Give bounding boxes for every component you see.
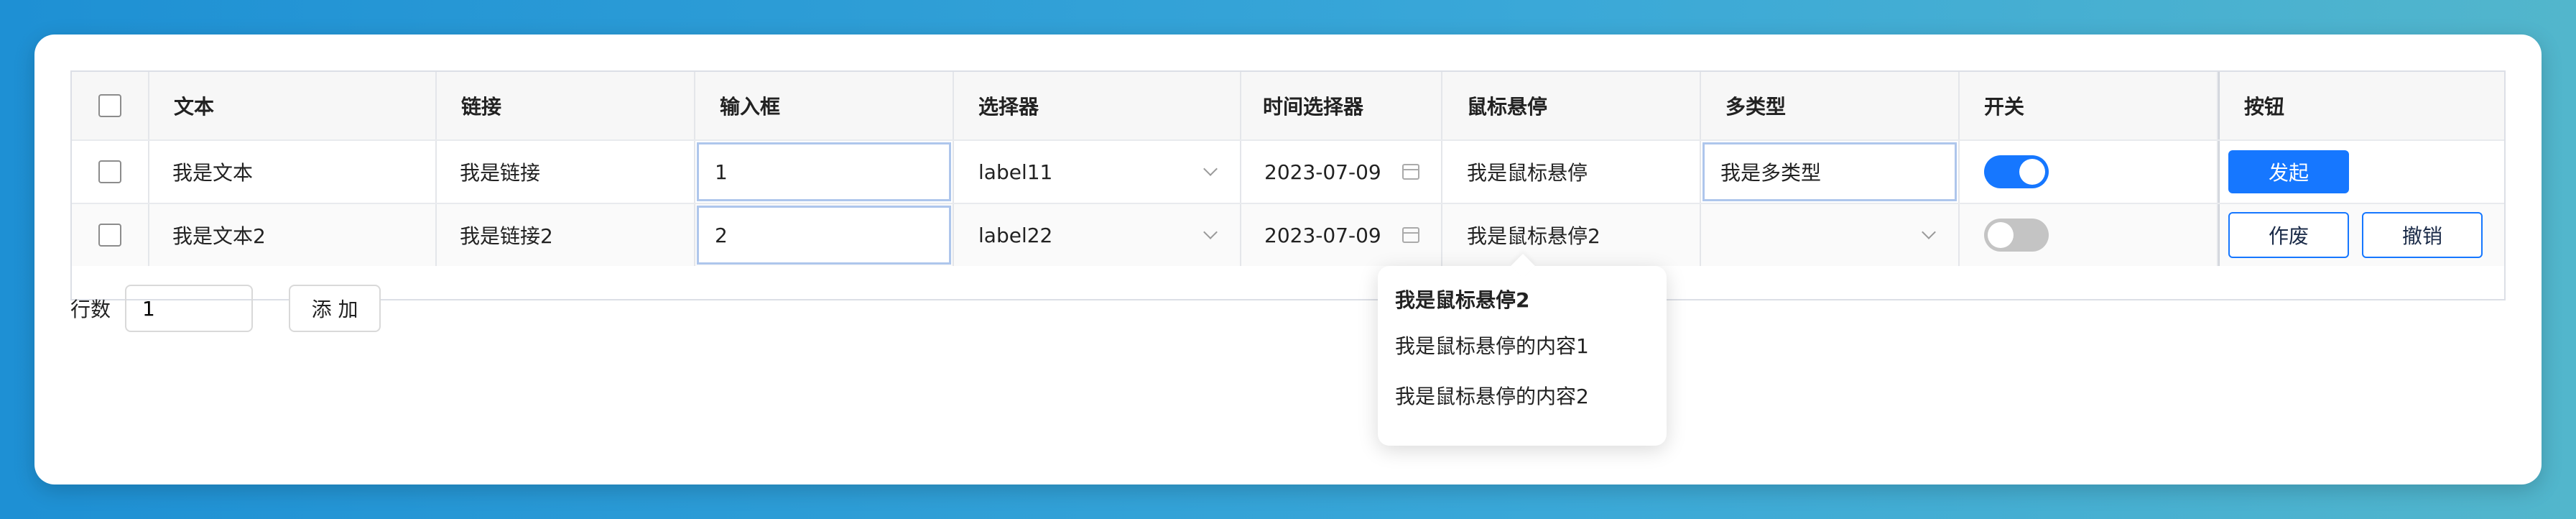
add-button[interactable]: 添 加 bbox=[289, 285, 381, 332]
multi-type-input[interactable]: 我是多类型 bbox=[1702, 142, 1957, 201]
text-input-value: 2 bbox=[715, 223, 728, 247]
header-input: 输入框 bbox=[695, 72, 954, 139]
calendar-icon bbox=[1402, 227, 1419, 243]
multi-cell: 我是多类型 bbox=[1701, 141, 1960, 203]
void-button[interactable]: 作废 bbox=[2228, 212, 2349, 258]
text-input-value: 1 bbox=[715, 160, 728, 184]
select-cell[interactable]: label11 bbox=[954, 141, 1241, 203]
multi-type-select bbox=[1725, 225, 1958, 239]
header-link: 链接 bbox=[437, 72, 695, 139]
chevron-down-icon bbox=[1203, 162, 1218, 176]
select-value: label22 bbox=[978, 223, 1053, 247]
toggle-knob bbox=[2019, 159, 2045, 185]
popover-title: 我是鼠标悬停2 bbox=[1395, 288, 1530, 312]
card-panel: 文本 链接 输入框 选择器 时间选择器 鼠标悬停 多类型 开关 按钮 我是文本 … bbox=[34, 35, 2542, 484]
popover-line: 我是鼠标悬停的内容1 bbox=[1395, 334, 1589, 358]
chevron-down-icon bbox=[1922, 225, 1936, 239]
toggle-switch[interactable] bbox=[1984, 219, 2049, 252]
header-hover: 鼠标悬停 bbox=[1442, 72, 1701, 139]
toggle-switch[interactable] bbox=[1984, 155, 2049, 188]
header-buttons: 按钮 bbox=[2218, 72, 2507, 139]
initiate-button[interactable]: 发起 bbox=[2228, 150, 2349, 193]
chevron-down-icon bbox=[1203, 225, 1218, 239]
multi-select-cell[interactable] bbox=[1701, 204, 1960, 266]
hover-popover: 我是鼠标悬停2 我是鼠标悬停的内容1 我是鼠标悬停的内容2 bbox=[1378, 266, 1667, 446]
date-value: 2023-07-09 bbox=[1264, 160, 1381, 184]
link-cell[interactable]: 我是链接2 bbox=[437, 204, 695, 266]
table-row: 我是文本2 我是链接2 2 label22 2023-07-09 我是鼠标悬停2 bbox=[72, 204, 2504, 266]
text-cell: 我是文本 bbox=[149, 141, 437, 203]
popover-line: 我是鼠标悬停的内容2 bbox=[1395, 385, 1589, 408]
rows-count-input[interactable]: 1 bbox=[125, 285, 254, 332]
rows-count-value: 1 bbox=[142, 296, 155, 321]
input-cell: 2 bbox=[695, 204, 954, 266]
date-cell[interactable]: 2023-07-09 bbox=[1241, 141, 1442, 203]
multi-type-value: 我是多类型 bbox=[1720, 161, 1822, 185]
row-checkbox[interactable] bbox=[98, 224, 121, 247]
switch-cell bbox=[1960, 141, 2218, 203]
button-group: 作废 撤销 bbox=[2228, 212, 2483, 258]
hover-cell[interactable]: 我是鼠标悬停2 bbox=[1442, 204, 1701, 266]
table-row: 我是文本 我是链接 1 label11 2023-07-09 我是鼠标悬停 我是… bbox=[72, 141, 2504, 204]
row-select-cell bbox=[72, 141, 149, 203]
header-select: 选择器 bbox=[954, 72, 1241, 139]
row-select-cell bbox=[72, 204, 149, 266]
toggle-knob bbox=[1988, 222, 2014, 248]
text-input[interactable]: 2 bbox=[697, 206, 951, 265]
buttons-cell: 作废 撤销 bbox=[2218, 204, 2507, 266]
table-header: 文本 链接 输入框 选择器 时间选择器 鼠标悬停 多类型 开关 按钮 bbox=[72, 72, 2504, 141]
header-multi: 多类型 bbox=[1701, 72, 1960, 139]
date-cell[interactable]: 2023-07-09 bbox=[1241, 204, 1442, 266]
calendar-icon bbox=[1402, 164, 1419, 180]
select-cell[interactable]: label22 bbox=[954, 204, 1241, 266]
select-all-checkbox[interactable] bbox=[98, 94, 121, 117]
header-switch: 开关 bbox=[1960, 72, 2218, 139]
header-select-all[interactable] bbox=[72, 72, 149, 139]
switch-cell bbox=[1960, 204, 2218, 266]
header-text: 文本 bbox=[149, 72, 437, 139]
rows-label: 行数 bbox=[70, 298, 111, 321]
text-cell: 我是文本2 bbox=[149, 204, 437, 266]
input-cell: 1 bbox=[695, 141, 954, 203]
buttons-cell: 发起 bbox=[2218, 141, 2507, 203]
row-checkbox[interactable] bbox=[98, 160, 121, 183]
data-table: 文本 链接 输入框 选择器 时间选择器 鼠标悬停 多类型 开关 按钮 我是文本 … bbox=[70, 70, 2506, 300]
revoke-button[interactable]: 撤销 bbox=[2362, 212, 2483, 258]
select-value: label11 bbox=[978, 160, 1053, 184]
text-input[interactable]: 1 bbox=[697, 142, 951, 201]
table-footer: 行数 1 添 加 bbox=[70, 285, 381, 332]
hover-cell[interactable]: 我是鼠标悬停 bbox=[1442, 141, 1701, 203]
date-value: 2023-07-09 bbox=[1264, 223, 1381, 247]
header-date: 时间选择器 bbox=[1241, 72, 1442, 139]
link-cell[interactable]: 我是链接 bbox=[437, 141, 695, 203]
